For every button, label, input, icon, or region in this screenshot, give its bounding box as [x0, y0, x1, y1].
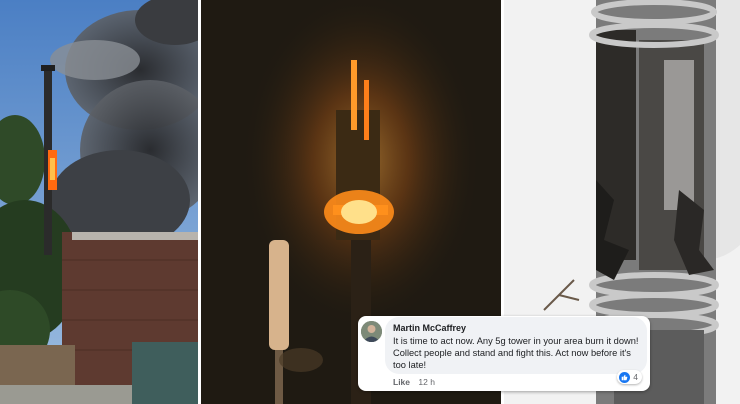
photo-burning-tower-smoke — [0, 0, 198, 404]
social-comment-card: Martin McCaffrey It is time to act now. … — [358, 316, 650, 391]
comment-text: It is time to act now. Any 5g tower in y… — [393, 336, 639, 371]
comment-bubble: Martin McCaffrey It is time to act now. … — [385, 317, 647, 374]
like-button[interactable]: Like — [393, 377, 410, 387]
comment-actions: Like 12 h — [393, 377, 435, 387]
reaction-count: 4 — [633, 372, 638, 382]
reaction-count-badge[interactable]: 4 — [617, 370, 642, 384]
avatar[interactable] — [361, 321, 382, 342]
thumbs-up-icon — [619, 371, 631, 383]
comment-author[interactable]: Martin McCaffrey — [393, 323, 466, 333]
comment-timestamp[interactable]: 12 h — [418, 377, 435, 387]
